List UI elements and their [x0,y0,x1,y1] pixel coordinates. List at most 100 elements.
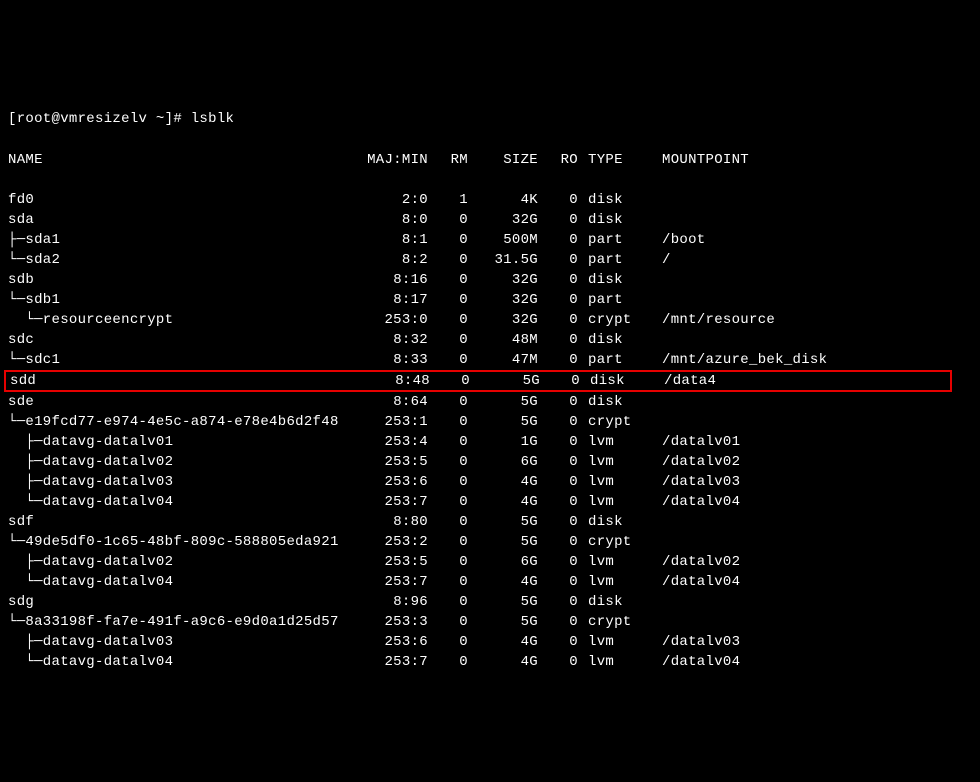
cell-ro: 0 [548,472,578,492]
cell-ro: 0 [548,230,578,250]
cell-majmin: 8:48 [350,372,430,390]
cell-size: 4G [468,632,538,652]
cell-ro: 0 [548,552,578,572]
cell-rm: 0 [438,250,468,270]
cell-size: 4K [468,190,538,210]
cell-majmin: 8:80 [348,512,428,532]
cell-name: └─49de5df0-1c65-48bf-809c-588805eda921 [8,532,348,552]
cell-rm: 0 [438,592,468,612]
cell-mnt: /datalv01 [662,432,740,452]
cell-size: 4G [468,572,538,592]
cell-rm: 0 [438,330,468,350]
cell-ro: 0 [548,412,578,432]
cell-ro: 0 [548,592,578,612]
table-row: └─49de5df0-1c65-48bf-809c-588805eda92125… [8,532,948,552]
cell-size: 5G [468,612,538,632]
lsblk-header: NAMEMAJ:MINRMSIZEROTYPEMOUNTPOINT [8,150,948,170]
cell-majmin: 253:0 [348,310,428,330]
table-row: └─resourceencrypt253:0032G0crypt/mnt/res… [8,310,948,330]
cell-name: └─resourceencrypt [8,310,348,330]
cell-type: disk [588,512,648,532]
cell-majmin: 8:17 [348,290,428,310]
cell-size: 32G [468,310,538,330]
cell-majmin: 253:6 [348,632,428,652]
cell-name: ├─datavg-datalv02 [8,552,348,572]
cell-rm: 0 [438,632,468,652]
cell-rm: 0 [438,552,468,572]
cell-majmin: 8:32 [348,330,428,350]
cell-mnt: /mnt/resource [662,310,775,330]
cell-mnt: /datalv04 [662,652,740,672]
table-row: sdd8:4805G0disk/data4 [4,370,952,392]
cell-ro: 0 [548,572,578,592]
table-row: └─datavg-datalv04253:704G0lvm/datalv04 [8,572,948,592]
cell-size: 5G [468,592,538,612]
cell-size: 5G [470,372,540,390]
cell-rm: 0 [438,652,468,672]
cell-name: └─sdc1 [8,350,348,370]
cell-rm: 0 [438,412,468,432]
cell-rm: 0 [438,270,468,290]
cell-ro: 0 [548,290,578,310]
cell-majmin: 253:1 [348,412,428,432]
lsblk-output: fd02:014K0disksda8:0032G0disk├─sda18:105… [8,190,948,672]
table-row: ├─sda18:10500M0part/boot [8,230,948,250]
cell-type: lvm [588,552,648,572]
cell-ro: 0 [548,612,578,632]
table-row: └─datavg-datalv04253:704G0lvm/datalv04 [8,652,948,672]
cell-name: sdg [8,592,348,612]
table-row: ├─datavg-datalv03253:604G0lvm/datalv03 [8,632,948,652]
cell-majmin: 8:2 [348,250,428,270]
cell-name: └─sda2 [8,250,348,270]
cell-rm: 0 [438,452,468,472]
table-row: sda8:0032G0disk [8,210,948,230]
cell-name: sdd [10,372,350,390]
cell-majmin: 8:64 [348,392,428,412]
cell-name: ├─datavg-datalv03 [8,472,348,492]
cell-rm: 0 [438,492,468,512]
cell-type: part [588,230,648,250]
cell-name: ├─sda1 [8,230,348,250]
cell-ro: 0 [548,330,578,350]
cell-ro: 0 [548,532,578,552]
cell-size: 32G [468,270,538,290]
cell-mnt: / [662,250,671,270]
cell-type: disk [588,270,648,290]
cell-ro: 0 [548,270,578,290]
cell-majmin: 253:7 [348,652,428,672]
cell-size: 4G [468,652,538,672]
cell-ro: 0 [548,190,578,210]
cell-rm: 0 [438,230,468,250]
cell-size: 4G [468,492,538,512]
cell-ro: 0 [548,432,578,452]
cell-type: lvm [588,572,648,592]
table-row: sde8:6405G0disk [8,392,948,412]
cell-name: └─datavg-datalv04 [8,652,348,672]
cell-rm: 0 [438,290,468,310]
header-rm: RM [438,150,468,170]
table-row: sdb8:16032G0disk [8,270,948,290]
table-row: ├─datavg-datalv03253:604G0lvm/datalv03 [8,472,948,492]
cell-size: 5G [468,412,538,432]
prompt-line[interactable]: [root@vmresizelv ~]# lsblk [8,109,948,129]
cell-name: └─sdb1 [8,290,348,310]
table-row: └─sdb18:17032G0part [8,290,948,310]
cell-name: sdc [8,330,348,350]
cell-type: part [588,350,648,370]
cell-type: lvm [588,452,648,472]
cell-majmin: 2:0 [348,190,428,210]
cell-type: crypt [588,532,648,552]
cell-ro: 0 [548,250,578,270]
cell-ro: 0 [548,452,578,472]
cell-mnt: /datalv04 [662,572,740,592]
table-row: fd02:014K0disk [8,190,948,210]
header-ro: RO [548,150,578,170]
cell-rm: 0 [438,310,468,330]
cell-type: crypt [588,612,648,632]
table-row: sdf8:8005G0disk [8,512,948,532]
cell-mnt: /datalv03 [662,632,740,652]
table-row: sdc8:32048M0disk [8,330,948,350]
cell-type: disk [588,330,648,350]
cell-rm: 0 [438,350,468,370]
cell-mnt: /datalv02 [662,552,740,572]
